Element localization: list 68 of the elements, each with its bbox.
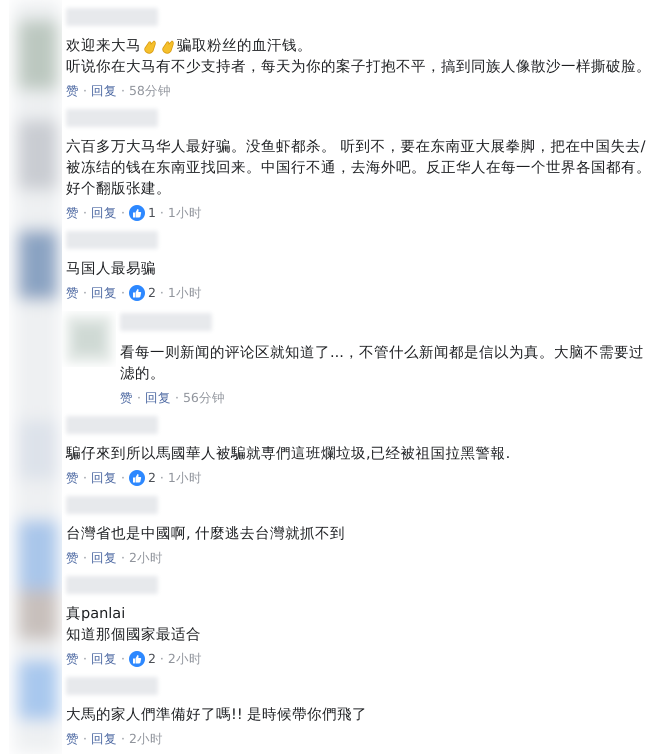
reply-link[interactable]: 回复 [144,388,171,408]
separator-dot: · [120,469,125,487]
like-link[interactable]: 赞 [66,649,79,669]
comment-time: 2小时 [128,549,163,567]
comment-text: 好个翻版张建。 [66,180,171,199]
comment-text: 骗取粉丝的血汗钱。 [177,37,312,56]
reply-link[interactable]: 回复 [90,203,117,223]
separator-dot: · [160,204,164,222]
comment-time: 2小时 [128,730,163,748]
comment-text: 知道那個國家最适合 [66,626,201,645]
reply-link[interactable]: 回复 [90,81,117,101]
comment-text: 欢迎来大马 [66,36,141,56]
separator-dot: · [120,650,125,668]
like-link[interactable]: 赞 [66,548,79,568]
separator-dot: · [160,284,164,302]
comment-text: 騙仔來到所以馬國華人被騙就専們這班爛垃圾,已经被祖国拉黑警報. [66,444,510,464]
comment-text: 看每一则新闻的评论区就知道了...，不管什么新闻都是信以为真。大脑不需要过 [120,344,644,363]
comment-time: 58分钟 [128,82,171,100]
like-link[interactable]: 赞 [66,283,79,303]
reaction-count: 2 [148,284,156,302]
separator-dot: · [174,389,179,407]
comment-text: 马国人最易骗 [66,260,156,279]
separator-dot: · [83,730,87,748]
reaction-count: 2 [148,650,156,668]
separator-dot: · [120,730,125,748]
separator-dot: · [83,650,87,668]
like-link[interactable]: 赞 [66,81,79,101]
comment-text: 听说你在大马有不少支持者，每天为你的案子打抱不平，搞到同族人像散沙一样撕破脸。 [66,58,651,77]
thumbs-up-icon [128,651,145,667]
separator-dot: · [83,204,87,222]
like-link[interactable]: 赞 [66,729,79,749]
comment-text: 台灣省也是中國啊, 什麼逃去台灣就抓不到 [66,525,346,544]
comment-text: 六百多万大马华人最好骗。没鱼虾都杀。 听到不，要在东南亚大展拳脚，把在中国失去/ [66,138,646,157]
comment-text: 被冻结的钱在东南亚找回来。中国行不通，去海外吧。反正华人在每一个世界各国都有。 [66,158,651,178]
comment-text: 大馬的家人們準備好了嗎!! 是時候帶你們飛了 [66,706,368,725]
clapping-hands-icon [160,38,176,54]
like-link[interactable]: 赞 [66,468,79,488]
comment-text: 真panlai [66,605,126,624]
reply-link[interactable]: 回复 [90,468,117,488]
clapping-hands-icon [142,38,158,54]
thumbs-up-icon [128,470,145,486]
comment-time: 56分钟 [182,389,225,407]
reaction-count: 2 [148,469,156,487]
separator-dot: · [83,549,87,567]
separator-dot: · [120,284,125,302]
reply-link[interactable]: 回复 [90,548,117,568]
reply-link[interactable]: 回复 [90,649,117,669]
comment-time: 2小时 [168,650,202,668]
separator-dot: · [83,82,87,100]
thumbs-up-icon [128,205,145,221]
like-link[interactable]: 赞 [66,203,79,223]
separator-dot: · [83,284,87,302]
separator-dot: · [120,549,125,567]
thumbs-up-icon [128,285,145,301]
separator-dot: · [137,389,141,407]
separator-dot: · [160,650,164,668]
reply-link[interactable]: 回复 [90,283,117,303]
reply-link[interactable]: 回复 [90,729,117,749]
comment-text: 滤的。 [120,365,165,384]
separator-dot: · [83,469,87,487]
separator-dot: · [120,82,125,100]
comment-time: 1小时 [168,204,202,222]
like-link[interactable]: 赞 [120,388,133,408]
reaction-count: 1 [148,204,156,222]
separator-dot: · [160,469,164,487]
comment-time: 1小时 [168,469,202,487]
separator-dot: · [120,204,125,222]
comment-time: 1小时 [168,284,202,302]
